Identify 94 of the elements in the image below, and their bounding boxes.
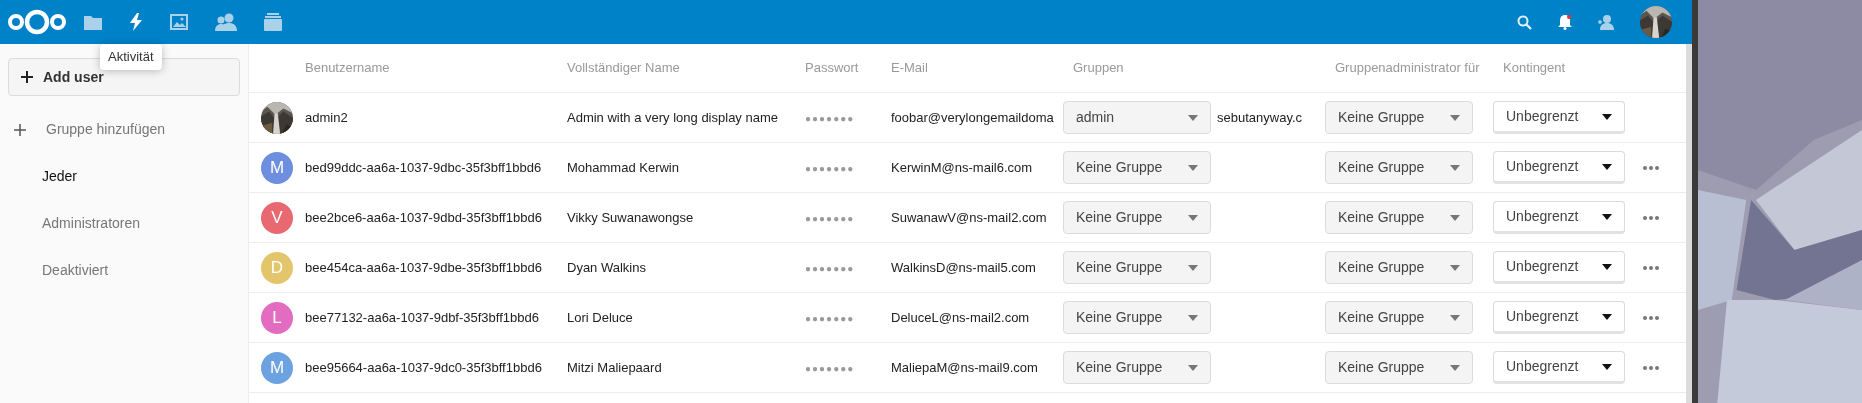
sidebar-item[interactable]: Administratoren [0,213,248,234]
avatar: M [261,351,293,384]
lightning-icon[interactable] [129,13,143,31]
column-header: E-Mail [891,60,928,76]
groups-dropdown[interactable]: Keine Gruppe [1063,301,1211,334]
caret-icon [1188,114,1198,121]
groups-dropdown[interactable]: Keine Gruppe [1063,151,1211,184]
full-name: Dyan Walkins [567,259,646,275]
more-icon[interactable] [1643,215,1659,220]
avatar: M [261,151,293,184]
username: admin2 [305,109,348,125]
column-header: Passwort [805,60,859,76]
password: ●●●●●●● [805,262,855,274]
plus-icon [14,123,26,136]
quota-dropdown[interactable]: Unbegrenzt [1493,201,1625,234]
avatar: D [261,251,293,284]
password: ●●●●●●● [805,212,855,224]
search-icon[interactable] [1517,14,1532,30]
bell-icon[interactable] [1558,14,1572,30]
stack-icon[interactable] [264,13,282,31]
groups-dropdown[interactable]: Keine Gruppe [1063,351,1211,384]
groups-dropdown[interactable]: Keine Gruppe [1063,251,1211,284]
caret-icon [1602,263,1612,270]
caret-icon [1602,113,1612,120]
image-icon[interactable] [170,14,188,30]
tooltip: Aktivität [100,44,162,70]
caret-icon [1188,364,1198,371]
logo-icon[interactable] [6,8,68,36]
caret-icon [1450,114,1460,121]
password: ●●●●●●● [805,112,855,124]
email: SuwanawV@ns-mail2.com [891,209,1047,225]
contacts-icon[interactable] [215,13,237,31]
column-header: Gruppen [1073,60,1124,76]
username: bee95664-aa6a-1037-9dc0-35f3bff1bbd6 [305,359,542,375]
full-name: Mohammad Kerwin [567,159,679,175]
full-name: Admin with a very long display name [567,109,778,125]
caret-icon [1450,214,1460,221]
group-admin-dropdown[interactable]: Keine Gruppe [1325,301,1473,334]
groups-dropdown[interactable]: Keine Gruppe [1063,201,1211,234]
email: MaliepaM@ns-mail9.com [891,359,1038,375]
caret-icon [1450,164,1460,171]
password: ●●●●●●● [805,312,855,324]
password: ●●●●●●● [805,162,855,174]
sidebar-item[interactable]: Deaktiviert [0,260,248,281]
email: foobar@verylongemaildoma [891,109,1054,125]
folder-icon[interactable] [84,14,102,30]
caret-icon [1602,363,1612,370]
email: KerwinM@ns-mail6.com [891,159,1033,175]
full-name: Lori Deluce [567,309,633,325]
group-admin-dropdown[interactable]: Keine Gruppe [1325,201,1473,234]
email: WalkinsD@ns-mail5.com [891,259,1036,275]
username: bee454ca-aa6a-1037-9dbe-35f3bff1bbd6 [305,259,542,275]
caret-icon [1450,264,1460,271]
caret-icon [1602,163,1612,170]
email: sebutanyway.c [1217,108,1303,127]
group-admin-dropdown[interactable]: Keine Gruppe [1325,101,1473,134]
username: bee77132-aa6a-1037-9dbf-35f3bff1bbd6 [305,309,539,325]
caret-icon [1602,313,1612,320]
caret-icon [1450,314,1460,321]
group-admin-dropdown[interactable]: Keine Gruppe [1325,151,1473,184]
username: bed99ddc-aa6a-1037-9dbc-35f3bff1bbd6 [305,159,542,175]
email: DeluceL@ns-mail2.com [891,309,1030,325]
group-admin-dropdown[interactable]: Keine Gruppe [1325,251,1473,284]
full-name: Mitzi Maliepaard [567,359,662,375]
column-header: Gruppenadministrator für [1335,60,1480,76]
full-name: Vikky Suwanawongse [567,209,694,225]
column-header: Benutzername [305,60,390,76]
avatar: V [261,201,293,234]
column-header: Vollständiger Name [567,60,680,76]
quota-dropdown[interactable]: Unbegrenzt [1493,101,1625,134]
caret-icon [1188,314,1198,321]
sidebar-item[interactable]: Jeder [0,166,248,187]
caret-icon [1450,364,1460,371]
caret-icon [1188,164,1198,171]
group-admin-dropdown[interactable]: Keine Gruppe [1325,351,1473,384]
quota-dropdown[interactable]: Unbegrenzt [1493,301,1625,334]
groups-dropdown[interactable]: admin [1063,101,1211,134]
contacts-icon[interactable] [1598,14,1614,30]
plus-icon [21,71,33,83]
quota-dropdown[interactable]: Unbegrenzt [1493,151,1625,184]
password: ●●●●●●● [805,362,855,374]
caret-icon [1188,264,1198,271]
username: bee2bce6-aa6a-1037-9dbd-35f3bff1bbd6 [305,209,542,225]
more-icon[interactable] [1643,265,1659,270]
quota-dropdown[interactable]: Unbegrenzt [1493,351,1625,384]
caret-icon [1188,214,1198,221]
more-icon[interactable] [1643,315,1659,320]
more-icon[interactable] [1643,165,1659,170]
more-icon[interactable] [1643,365,1659,370]
column-header: Kontingent [1503,60,1566,76]
avatar: L [261,301,293,334]
caret-icon [1602,213,1612,220]
quota-dropdown[interactable]: Unbegrenzt [1493,251,1625,284]
add-group-button[interactable]: Gruppe hinzufügen [0,119,248,140]
